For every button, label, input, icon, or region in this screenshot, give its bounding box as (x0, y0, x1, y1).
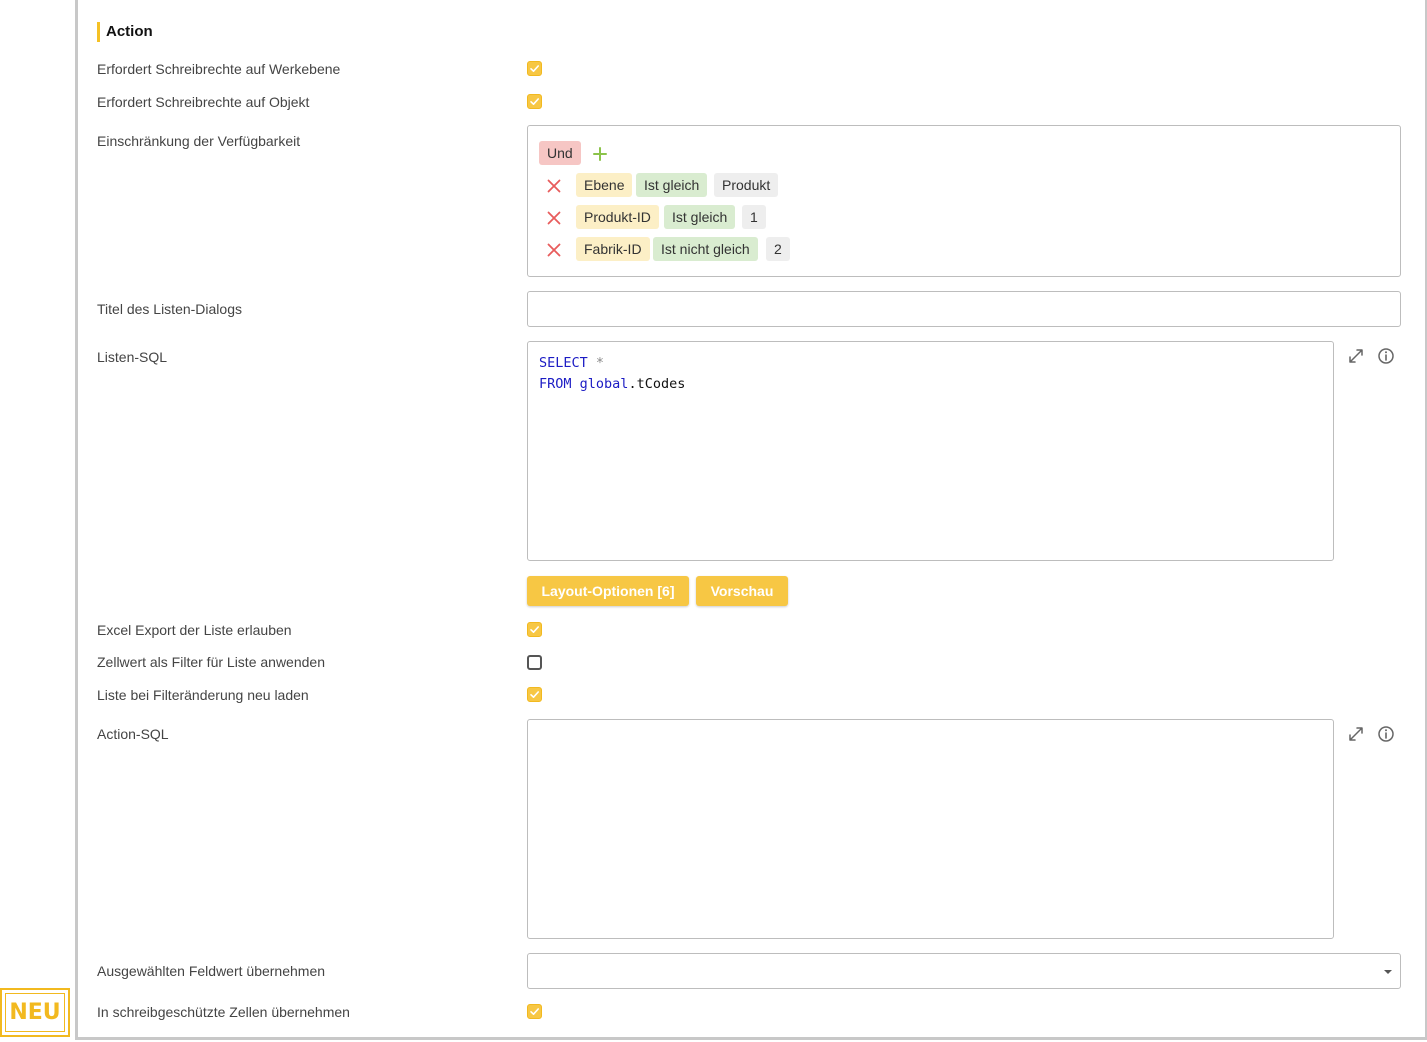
condition-value-chip[interactable]: 2 (766, 237, 790, 261)
expand-icon[interactable] (1347, 347, 1365, 365)
condition-field-chip[interactable]: Ebene (576, 173, 633, 197)
new-badge-text: NEU (5, 993, 65, 1032)
expand-icon[interactable] (1347, 725, 1365, 743)
condition-field-chip[interactable]: Produkt-ID (576, 205, 659, 229)
cell-filter-label: Zellwert als Filter für Liste anwenden (97, 654, 325, 670)
sql-schema: global (579, 376, 629, 392)
cell-filter-checkbox[interactable] (527, 655, 542, 670)
action-sql-editor[interactable] (527, 719, 1334, 939)
info-icon[interactable] (1377, 347, 1395, 365)
readonly-cells-checkbox[interactable] (527, 1004, 542, 1019)
check-icon (530, 691, 539, 698)
list-dialog-title-input[interactable] (527, 291, 1401, 327)
readonly-cells-label: In schreibgeschützte Zellen übernehmen (97, 1004, 350, 1020)
check-icon (530, 1008, 539, 1015)
action-sql-label: Action-SQL (97, 726, 169, 742)
condition-operator-chip[interactable]: Ist gleich (664, 205, 736, 229)
check-icon (530, 626, 539, 633)
list-sql-editor[interactable]: SELECT * FROM global.tCodes (527, 341, 1334, 561)
reload-filter-label: Liste bei Filteränderung neu laden (97, 687, 309, 703)
write-object-label: Erfordert Schreibrechte auf Objekt (97, 94, 310, 110)
apply-field-label: Ausgewählten Feldwert übernehmen (97, 963, 326, 979)
layout-options-button[interactable]: Layout-Optionen [6] (527, 576, 689, 606)
condition-operator-chip[interactable]: Ist nicht gleich (653, 237, 758, 261)
sql-table: .tCodes (628, 376, 686, 392)
check-icon (530, 98, 539, 105)
apply-field-select[interactable] (527, 953, 1401, 989)
list-dialog-title-label: Titel des Listen-Dialogs (97, 301, 242, 317)
close-icon[interactable] (546, 178, 562, 194)
sql-keyword: FROM (539, 376, 572, 392)
availability-label: Einschränkung der Verfügbarkeit (97, 133, 301, 149)
write-object-checkbox[interactable] (527, 94, 542, 109)
condition-value-chip[interactable]: Produkt (714, 173, 779, 197)
info-icon[interactable] (1377, 725, 1395, 743)
write-plant-checkbox[interactable] (527, 61, 542, 76)
section-title: Action (97, 22, 153, 42)
close-icon[interactable] (546, 242, 562, 258)
plus-icon[interactable] (592, 146, 608, 162)
caret-down-icon (1384, 970, 1392, 974)
sql-keyword: SELECT (539, 355, 588, 371)
condition-field-chip[interactable]: Fabrik-ID (576, 237, 650, 261)
sql-line: SELECT * (539, 353, 1322, 374)
new-badge: NEU (0, 988, 70, 1037)
write-plant-label: Erfordert Schreibrechte auf Werkebene (97, 61, 341, 77)
sql-line: FROM global.tCodes (539, 374, 1322, 395)
check-icon (530, 65, 539, 72)
list-sql-label: Listen-SQL (97, 349, 168, 365)
reload-filter-checkbox[interactable] (527, 687, 542, 702)
condition-operator-chip[interactable]: Ist gleich (636, 173, 708, 197)
availability-filter-box: Und Ebene Ist gleich Produkt Produkt-ID … (527, 125, 1401, 277)
excel-export-checkbox[interactable] (527, 622, 542, 637)
sql-wildcard: * (595, 355, 605, 371)
close-icon[interactable] (546, 210, 562, 226)
and-operator-chip[interactable]: Und (539, 141, 581, 165)
action-settings-panel: Action Erfordert Schreibrechte auf Werke… (75, 0, 1427, 1040)
condition-value-chip[interactable]: 1 (742, 205, 766, 229)
excel-export-label: Excel Export der Liste erlauben (97, 622, 292, 638)
preview-button[interactable]: Vorschau (696, 576, 788, 606)
